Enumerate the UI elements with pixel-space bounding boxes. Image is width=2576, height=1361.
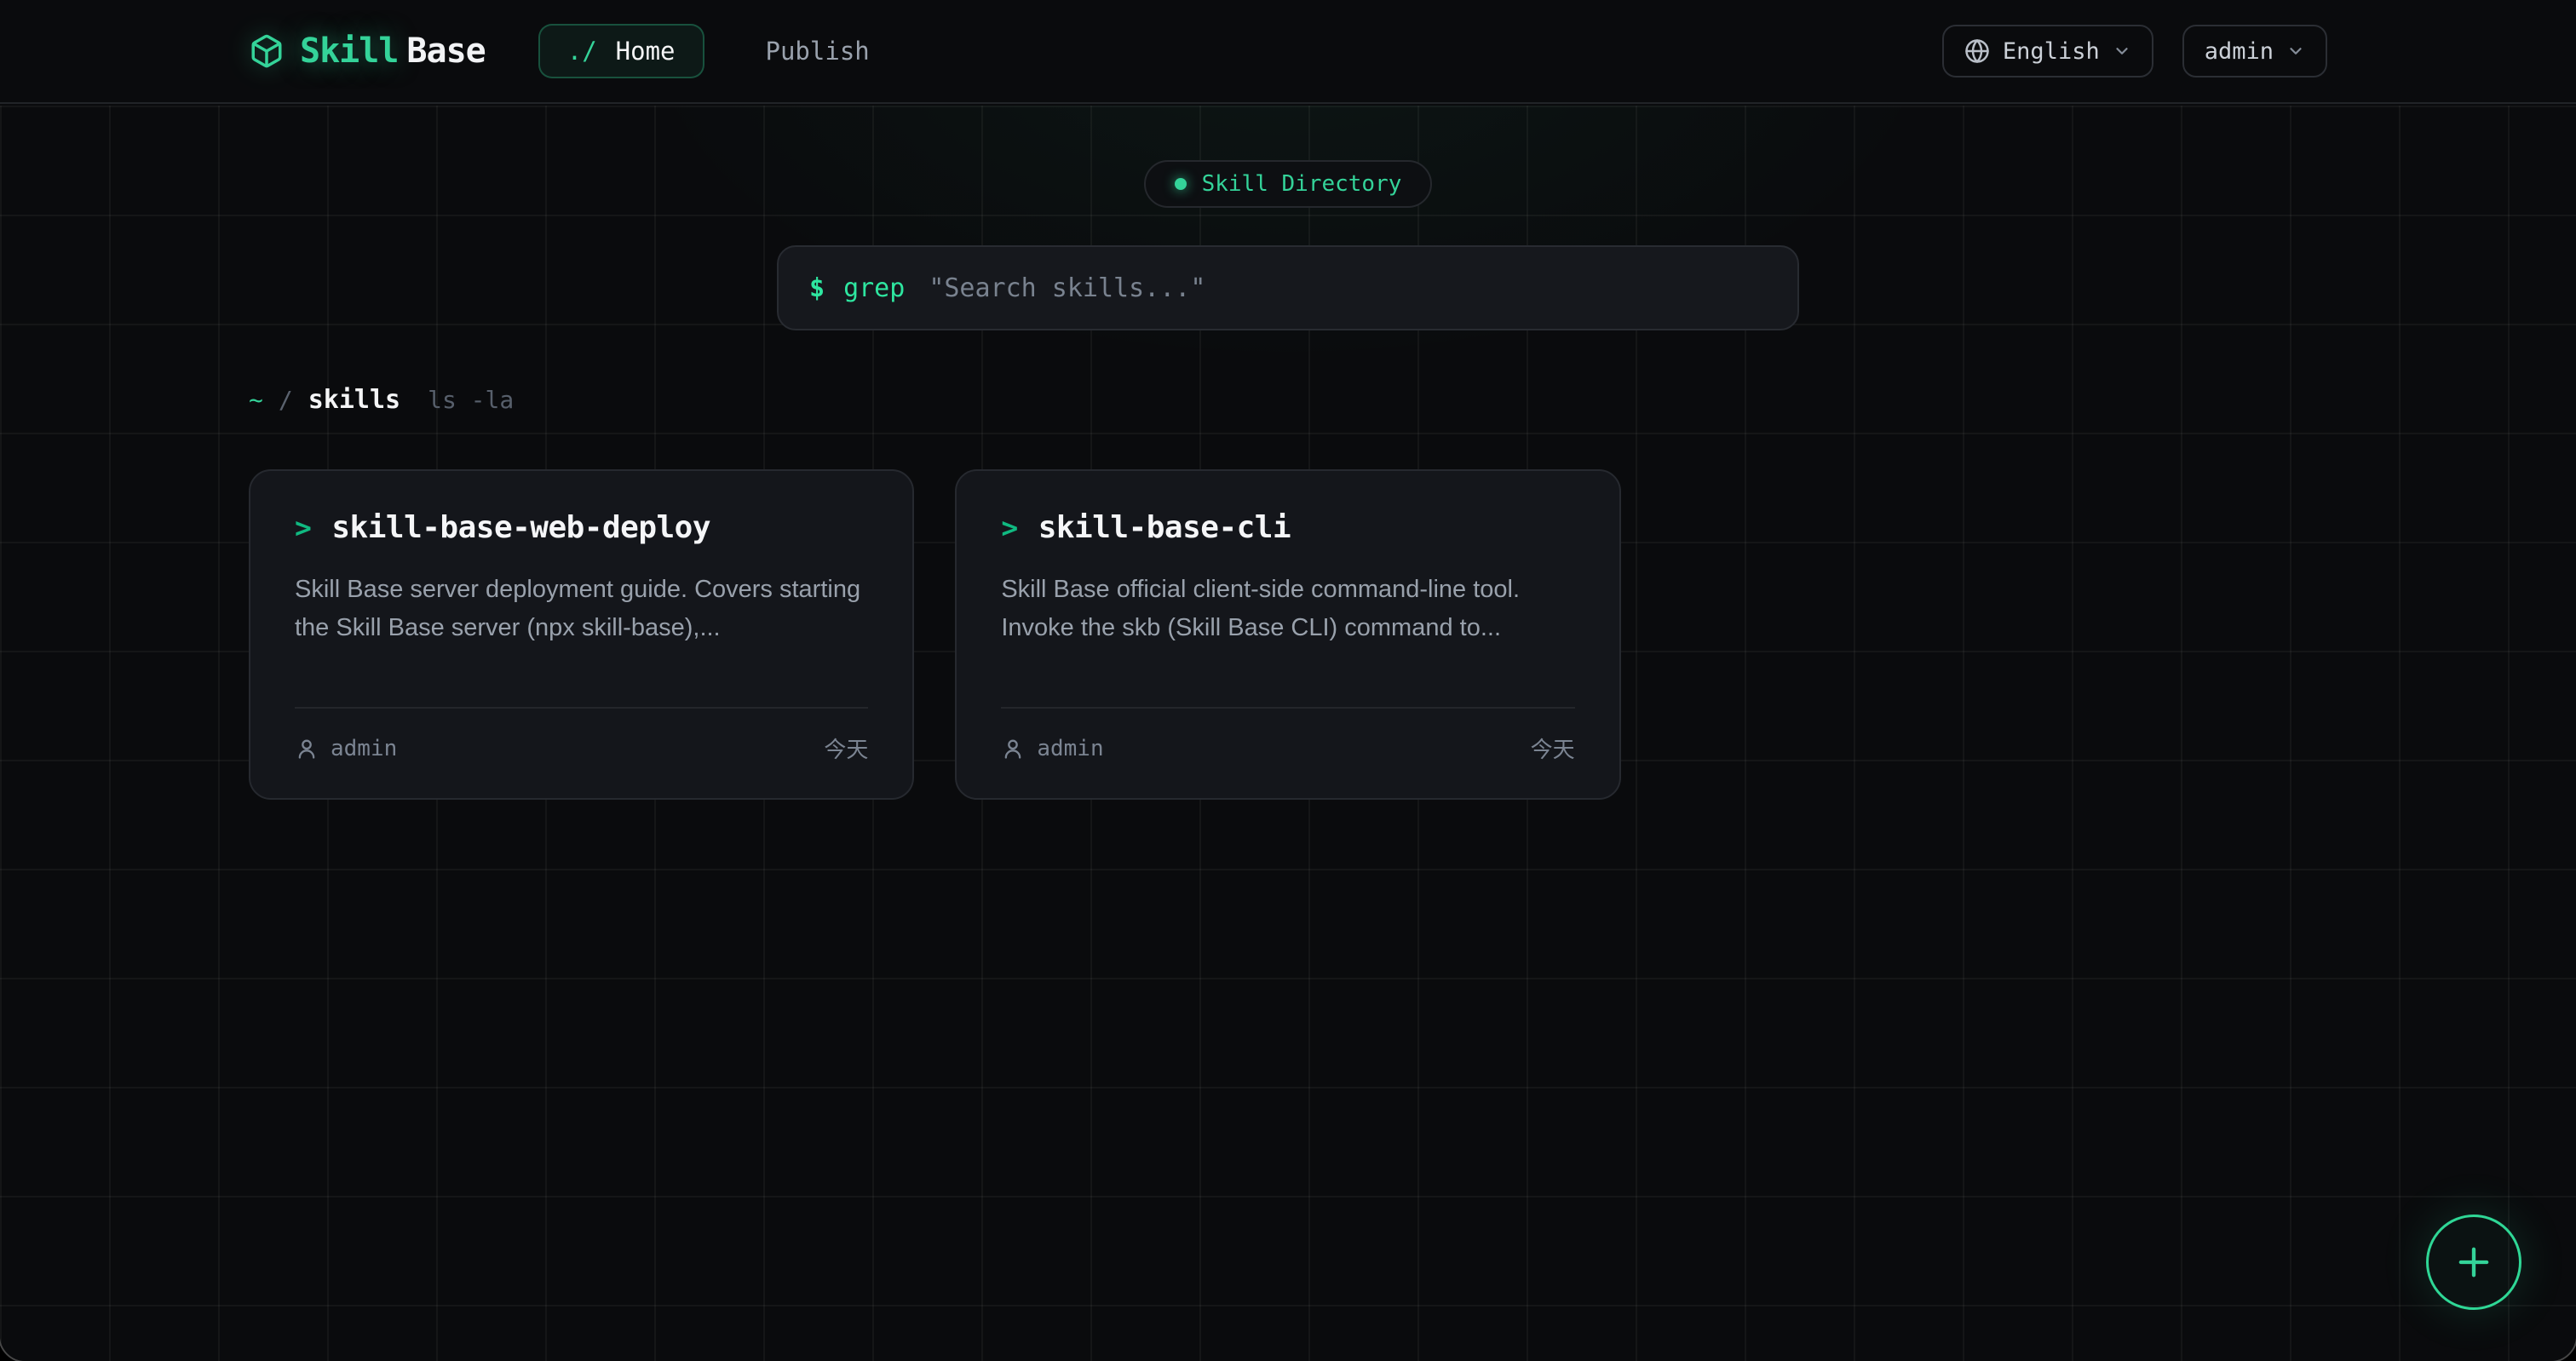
breadcrumb: ~ / skills ls -la (249, 385, 2327, 415)
card-footer: admin 今天 (295, 707, 868, 764)
skill-description: Skill Base server deployment guide. Cove… (295, 571, 868, 647)
language-label: English (2003, 38, 2100, 65)
grep-command: grep (843, 273, 905, 303)
breadcrumb-separator: / (279, 386, 293, 414)
chevron-down-icon (2286, 42, 2305, 60)
home-label: Home (616, 37, 676, 66)
breadcrumb-home[interactable]: ~ (249, 386, 263, 414)
app-window: SkillBase ./ Home Publish English admin (0, 0, 2576, 1361)
skill-card[interactable]: > skill-base-web-deploy Skill Base server… (249, 469, 914, 800)
skill-author: admin (1001, 736, 1103, 761)
card-footer: admin 今天 (1001, 707, 1574, 764)
main-area: Skill Directory $ grep ~ / skills ls -la… (0, 106, 2576, 1361)
search-bar[interactable]: $ grep (777, 245, 1799, 330)
prompt-chevron: > (295, 511, 311, 544)
breadcrumb-command: ls -la (428, 386, 514, 414)
skill-date: 今天 (824, 732, 868, 764)
skill-title: skill-base-cli (1038, 510, 1291, 545)
status-dot (1175, 178, 1187, 190)
user-menu[interactable]: admin (2182, 25, 2327, 78)
language-selector[interactable]: English (1942, 25, 2153, 78)
directory-badge: Skill Directory (1144, 160, 1433, 208)
user-label: admin (2205, 38, 2274, 65)
skill-date: 今天 (1531, 732, 1575, 764)
user-icon (1001, 737, 1025, 761)
nav-tab-home[interactable]: ./ Home (538, 24, 704, 78)
home-prefix: ./ (567, 37, 597, 66)
brand-logo[interactable]: SkillBase (249, 32, 486, 71)
skill-card[interactable]: > skill-base-cli Skill Base official clie… (955, 469, 1620, 800)
skill-card-grid: > skill-base-web-deploy Skill Base server… (249, 469, 2327, 800)
add-skill-fab[interactable] (2426, 1215, 2521, 1310)
skill-description: Skill Base official client-side command-… (1001, 571, 1574, 647)
search-input[interactable] (929, 273, 1767, 303)
globe-icon (1964, 38, 1990, 64)
cube-icon (249, 33, 285, 69)
badge-label: Skill Directory (1202, 171, 1402, 197)
prompt-symbol: $ (809, 273, 825, 303)
plus-icon (2452, 1240, 2496, 1284)
chevron-down-icon (2113, 42, 2131, 60)
brand-title: SkillBase (300, 32, 486, 71)
breadcrumb-path: skills (308, 385, 400, 415)
user-icon (295, 737, 319, 761)
site-header: SkillBase ./ Home Publish English admin (0, 0, 2576, 104)
skill-author: admin (295, 736, 397, 761)
prompt-chevron: > (1001, 511, 1017, 544)
nav-tab-publish[interactable]: Publish (766, 37, 870, 66)
skill-title: skill-base-web-deploy (331, 510, 710, 545)
